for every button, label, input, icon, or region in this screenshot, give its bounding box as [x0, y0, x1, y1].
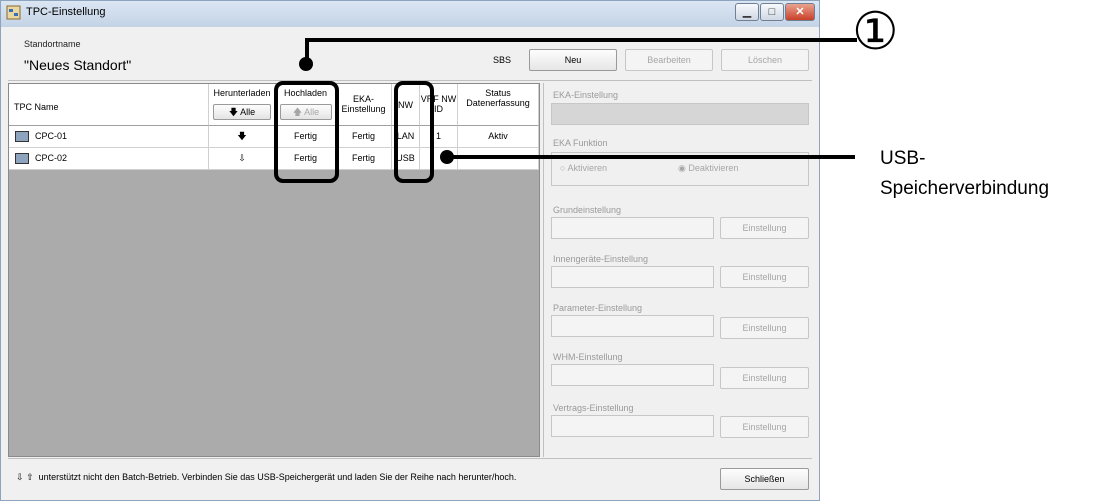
contract-setting-button[interactable]: Einstellung — [720, 416, 809, 438]
maximize-icon: □ — [768, 6, 776, 18]
eka-function-label: EKA Funktion — [553, 138, 608, 148]
download-all-button[interactable]: 🡇 Alle — [213, 104, 271, 120]
footer-divider — [8, 458, 812, 459]
download-header-label: Herunterladen — [213, 88, 271, 98]
site-name-value: "Neues Standort" — [24, 57, 132, 73]
row-status — [458, 148, 539, 170]
sbs-label: SBS — [493, 55, 512, 65]
arrow-up-outline-icon: ⇧ — [26, 472, 34, 482]
contract-setting-label: Vertrags-Einstellung — [553, 403, 634, 413]
close-button[interactable]: Schließen — [720, 468, 809, 490]
new-button[interactable]: Neu — [529, 49, 617, 71]
row-download-button[interactable]: ⇩ — [209, 148, 276, 170]
row-download-button[interactable]: 🡇 — [209, 126, 276, 148]
nw-column-highlight — [394, 81, 434, 183]
parameter-setting-button[interactable]: Einstellung — [720, 317, 809, 339]
device-icon — [15, 131, 29, 143]
callout-number-1: ① — [852, 3, 899, 61]
radio-selected-icon: ◉ — [678, 163, 686, 173]
app-icon — [6, 5, 21, 20]
minimize-button[interactable]: ▁ — [735, 3, 759, 21]
callout-line — [305, 40, 309, 62]
download-all-label: Alle — [240, 107, 256, 117]
col-header-name[interactable]: TPC Name — [9, 84, 209, 126]
minimize-icon: ▁ — [742, 6, 752, 18]
footer-note: ⇩ ⇧ unterstützt nicht den Batch-Betrieb.… — [16, 472, 516, 483]
usb-annotation-line2: Speicherverbindung — [880, 178, 1050, 199]
basic-setting-field[interactable] — [551, 217, 714, 239]
usb-annotation-line1: USB- — [880, 148, 926, 169]
row-name: CPC-02 — [35, 153, 68, 163]
site-name-label: Standortname — [24, 39, 81, 49]
maximize-button[interactable]: □ — [760, 3, 784, 21]
eka-setting-field[interactable] — [551, 103, 809, 125]
parameter-setting-label: Parameter-Einstellung — [553, 303, 643, 313]
activate-label: Aktivieren — [567, 163, 607, 173]
row-eka-status: Fertig — [336, 148, 392, 170]
radio-icon: ○ — [560, 163, 566, 173]
device-icon — [15, 153, 29, 165]
whm-setting-button[interactable]: Einstellung — [720, 367, 809, 389]
activate-radio[interactable]: ○ Aktivieren — [560, 163, 607, 173]
arrow-down-icon: 🡇 — [228, 107, 239, 117]
indoor-setting-button[interactable]: Einstellung — [720, 266, 809, 288]
arrow-down-icon: 🡇 — [237, 131, 247, 141]
indoor-setting-label: Innengeräte-Einstellung — [553, 254, 649, 264]
deactivate-label: Deaktivieren — [688, 163, 739, 173]
row-name: CPC-01 — [35, 131, 68, 141]
basic-setting-label: Grundeinstellung — [553, 205, 622, 215]
title-bar — [1, 1, 819, 27]
whm-setting-field[interactable] — [551, 364, 714, 386]
window-title: TPC-Einstellung — [26, 6, 106, 18]
parameter-setting-field[interactable] — [551, 315, 714, 337]
delete-button[interactable]: Löschen — [721, 49, 809, 71]
row-status: Aktiv — [458, 126, 539, 148]
col-header-status[interactable]: Status Datenerfassung — [458, 84, 539, 126]
upload-column-highlight — [274, 81, 339, 183]
deactivate-radio[interactable]: ◉ Deaktivieren — [678, 163, 738, 174]
footer-note-text: unterstützt nicht den Batch-Betrieb. Ver… — [38, 472, 517, 482]
callout-line — [447, 155, 855, 159]
eka-setting-label: EKA-Einstellung — [553, 90, 619, 100]
indoor-setting-field[interactable] — [551, 266, 714, 288]
row-eka-status: Fertig — [336, 126, 392, 148]
col-header-eka[interactable]: EKA-Einstellung — [336, 84, 392, 126]
edit-button[interactable]: Bearbeiten — [625, 49, 713, 71]
arrow-down-outline-icon: ⇩ — [16, 472, 24, 482]
callout-line — [305, 38, 857, 42]
contract-setting-field[interactable] — [551, 415, 714, 437]
arrow-down-outline-icon: ⇩ — [238, 153, 246, 163]
table-row[interactable]: CPC-01 — [9, 126, 209, 148]
table-row[interactable]: CPC-02 — [9, 148, 209, 170]
basic-setting-button[interactable]: Einstellung — [720, 217, 809, 239]
whm-setting-label: WHM-Einstellung — [553, 352, 623, 362]
close-icon: ✕ — [795, 6, 805, 18]
close-window-button[interactable]: ✕ — [785, 3, 815, 21]
